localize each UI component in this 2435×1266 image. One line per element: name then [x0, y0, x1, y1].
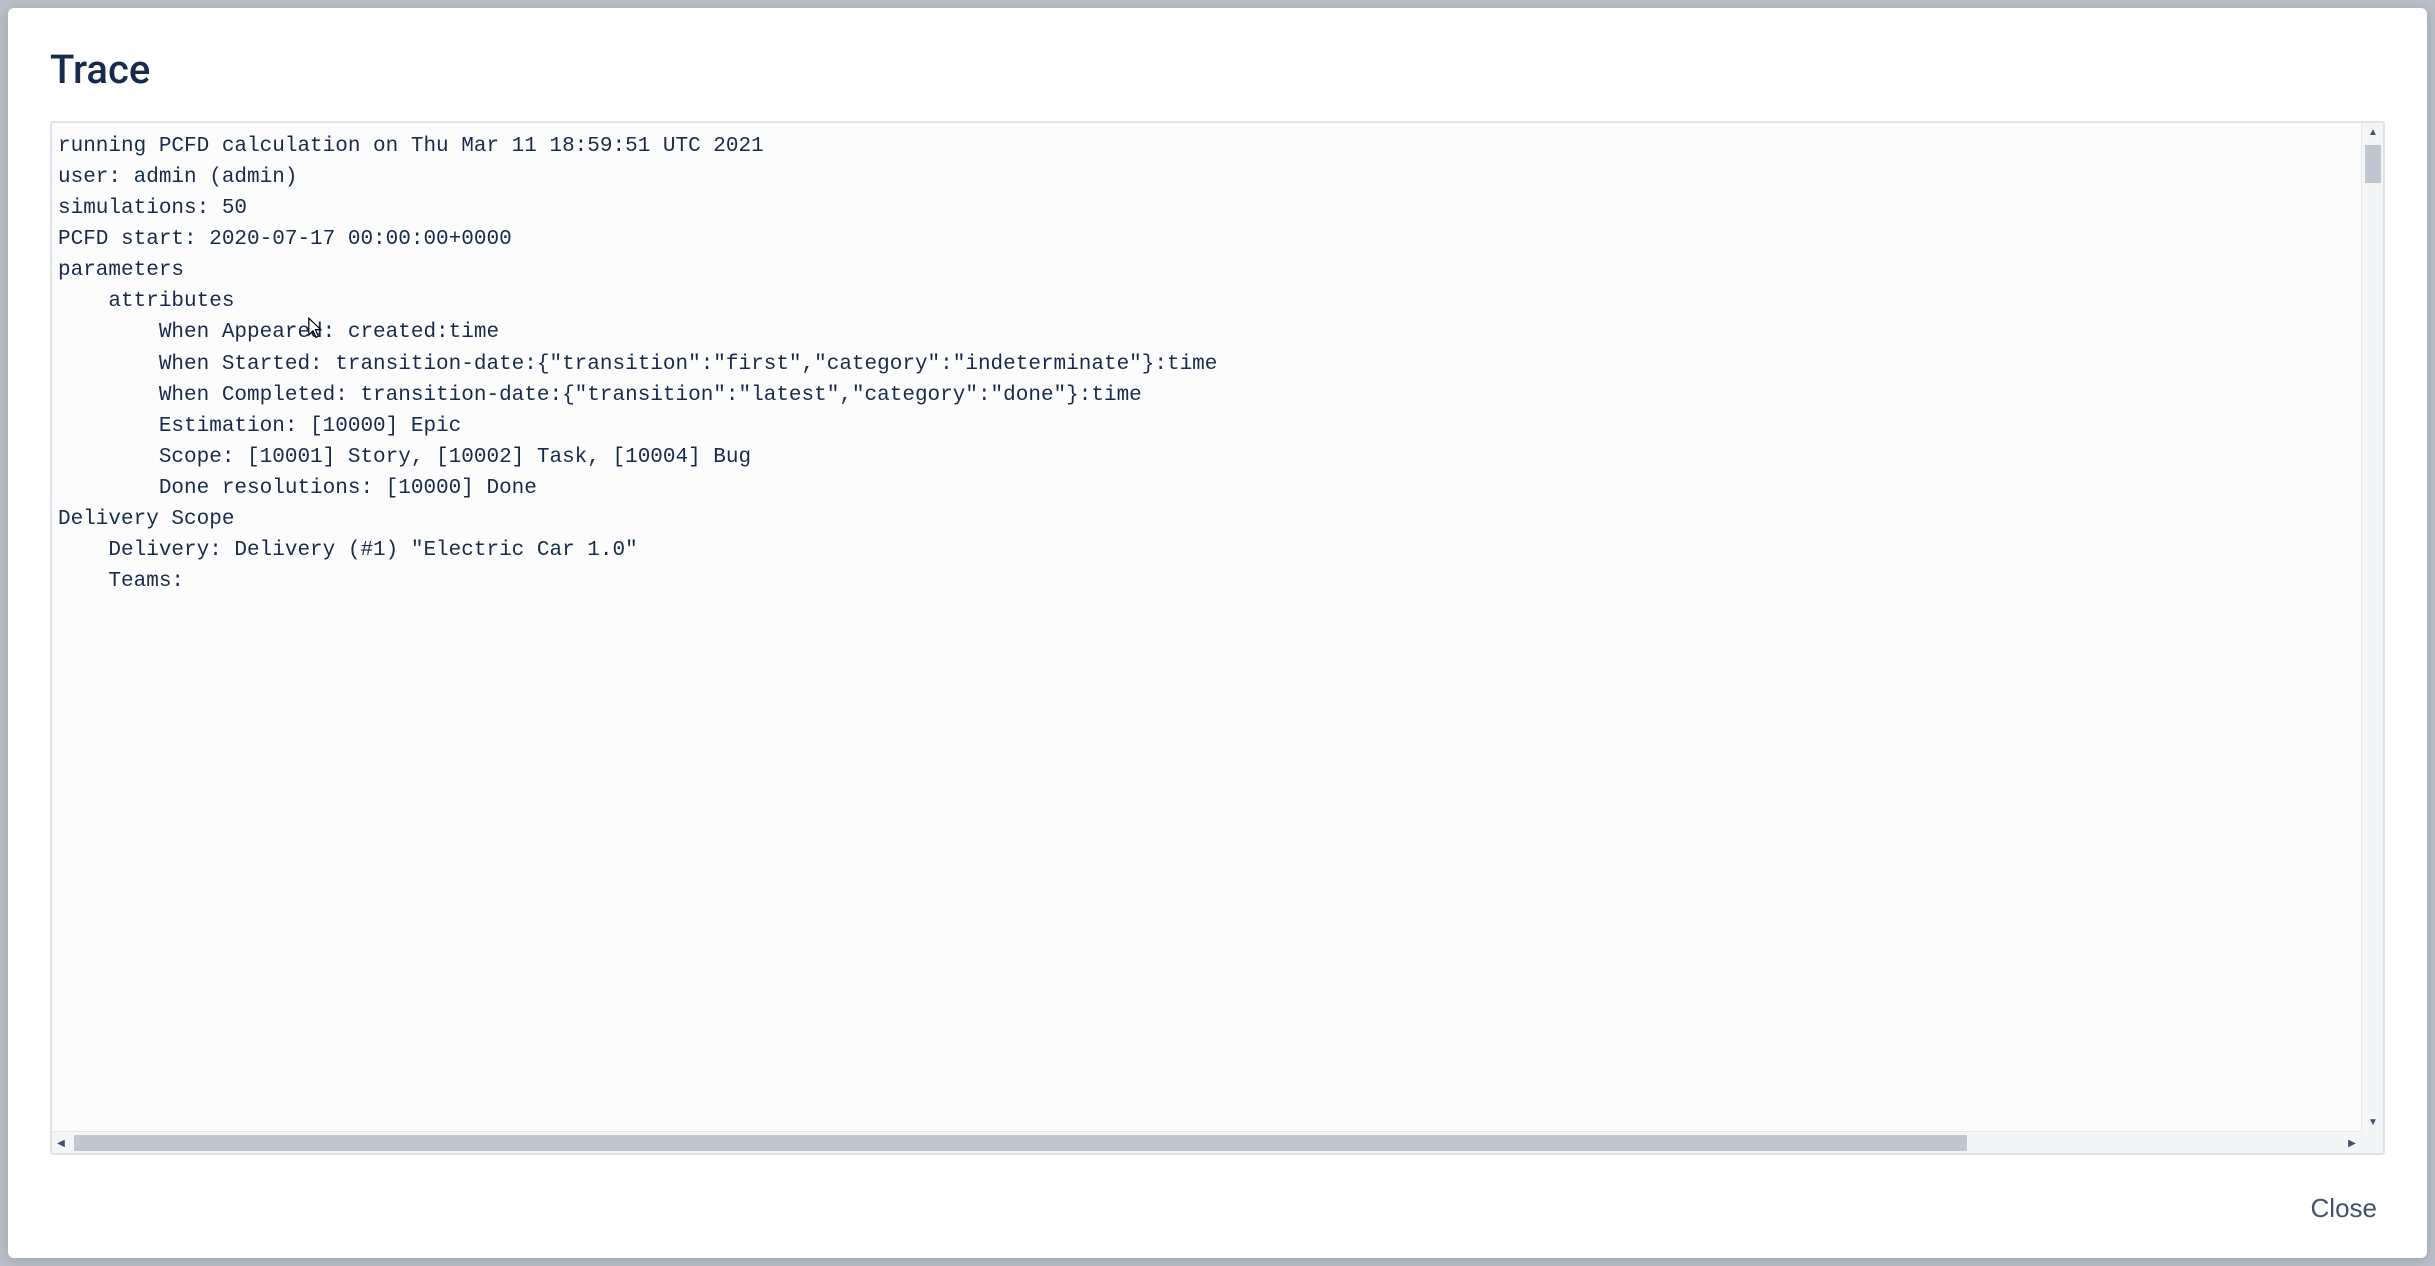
scroll-left-arrow-icon[interactable]: ◀ [52, 1132, 70, 1153]
scrollbar-corner [2361, 1131, 2383, 1153]
scroll-down-arrow-icon[interactable]: ▼ [2362, 1113, 2383, 1131]
horizontal-scrollbar-thumb[interactable] [74, 1135, 1967, 1151]
trace-scroll-viewport[interactable]: running PCFD calculation on Thu Mar 11 1… [52, 123, 2383, 1153]
vertical-scrollbar-thumb[interactable] [2365, 145, 2381, 183]
scroll-up-arrow-icon[interactable]: ▲ [2362, 123, 2383, 141]
trace-output-box: running PCFD calculation on Thu Mar 11 1… [50, 121, 2385, 1155]
vertical-scrollbar-track[interactable]: ▲ ▼ [2361, 123, 2383, 1131]
modal-title: Trace [50, 46, 2385, 93]
close-button[interactable]: Close [2303, 1189, 2385, 1228]
scroll-right-arrow-icon[interactable]: ▶ [2343, 1132, 2361, 1153]
trace-text: running PCFD calculation on Thu Mar 11 1… [52, 123, 2359, 1129]
horizontal-scrollbar-track[interactable]: ◀ ▶ [52, 1131, 2361, 1153]
modal-footer: Close [50, 1155, 2385, 1228]
trace-modal: Trace running PCFD calculation on Thu Ma… [8, 8, 2427, 1258]
